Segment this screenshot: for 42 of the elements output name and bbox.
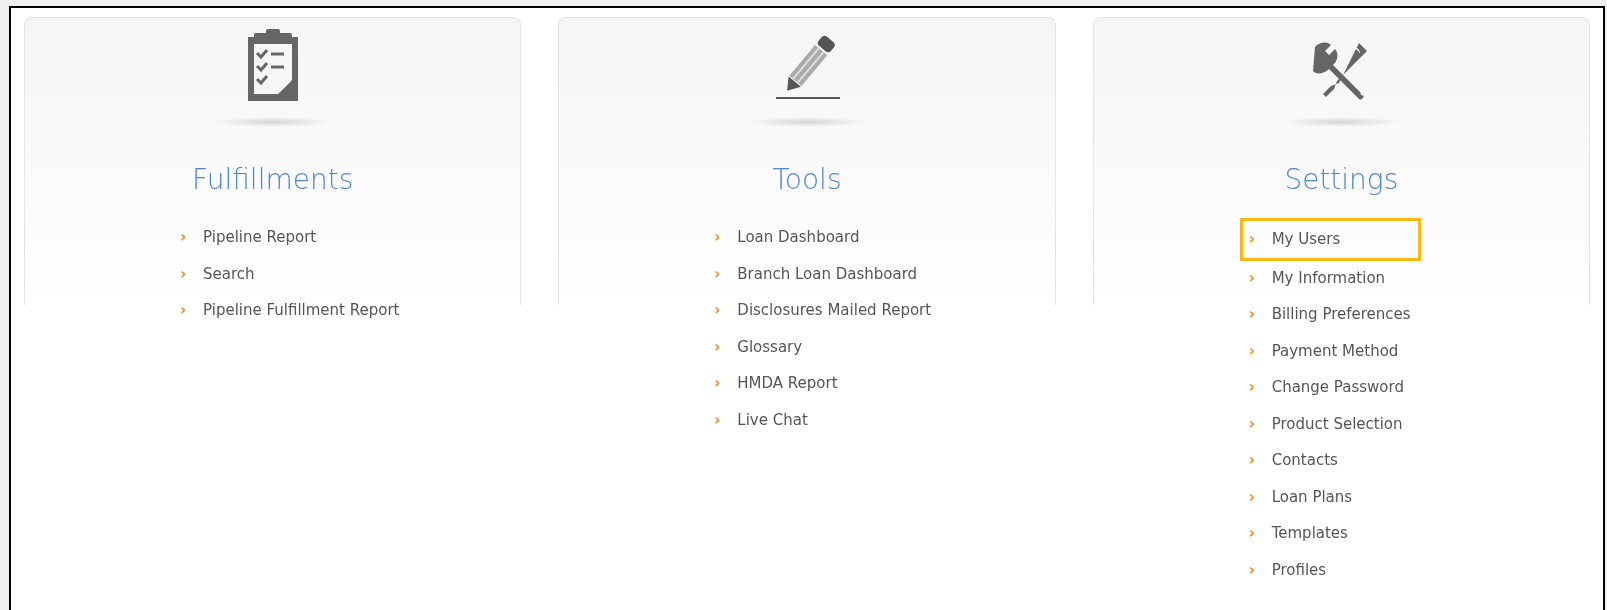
menu-link[interactable]: › Contacts [1248,442,1338,479]
chevron-icon: › [714,335,738,358]
chevron-icon: › [714,372,738,395]
chevron-icon: › [1248,485,1272,508]
chevron-icon: › [1248,558,1272,581]
chevron-icon: › [714,299,738,322]
menu-link[interactable]: › Pipeline Fulfillment Report [180,292,400,329]
chevron-icon: › [1248,228,1272,251]
chevron-icon: › [1248,339,1272,362]
menu-link[interactable]: › Change Password [1248,369,1404,406]
menu-link[interactable]: › Profiles [1248,551,1327,588]
chevron-icon: › [1248,376,1272,399]
chevron-icon: › [714,226,738,249]
menu-link[interactable]: › Loan Dashboard [714,219,860,256]
menu-link[interactable]: › Payment Method [1248,332,1399,369]
menu-link[interactable]: › My Users [1242,221,1419,258]
menu-link[interactable]: › Branch Loan Dashboard [714,255,918,292]
menu-link[interactable]: › Glossary [714,328,803,365]
chevron-icon: › [180,226,203,249]
chevron-icon: › [1248,266,1272,289]
chevron-icon: › [714,262,738,285]
menu-link[interactable]: › Live Chat [714,401,808,438]
menu-link[interactable]: › Search [180,255,255,292]
clipboard-icon [245,29,300,101]
menu-link[interactable]: › My Information [1248,259,1386,296]
menu-link[interactable]: › HMDA Report [714,365,838,402]
chevron-icon: › [714,408,738,431]
panel-title: Settings [1283,163,1400,197]
menu-link[interactable]: › Templates [1248,515,1348,552]
chevron-icon: › [1248,412,1272,435]
menu-link[interactable]: › Billing Preferences [1248,296,1411,333]
chevron-icon: › [1248,303,1272,326]
panel-title: Tools [771,163,843,197]
panel-title: Fulfillments [191,163,355,197]
menu-link[interactable]: › Product Selection [1248,405,1403,442]
chevron-icon: › [180,299,203,322]
menu-link[interactable]: › Loan Plans [1248,478,1353,515]
chevron-icon: › [1248,449,1272,472]
menu-link[interactable]: › Pipeline Report [180,219,317,256]
chevron-icon: › [180,262,203,285]
menu-link[interactable]: › Disclosures Mailed Report [714,292,932,329]
chevron-icon: › [1248,522,1272,545]
